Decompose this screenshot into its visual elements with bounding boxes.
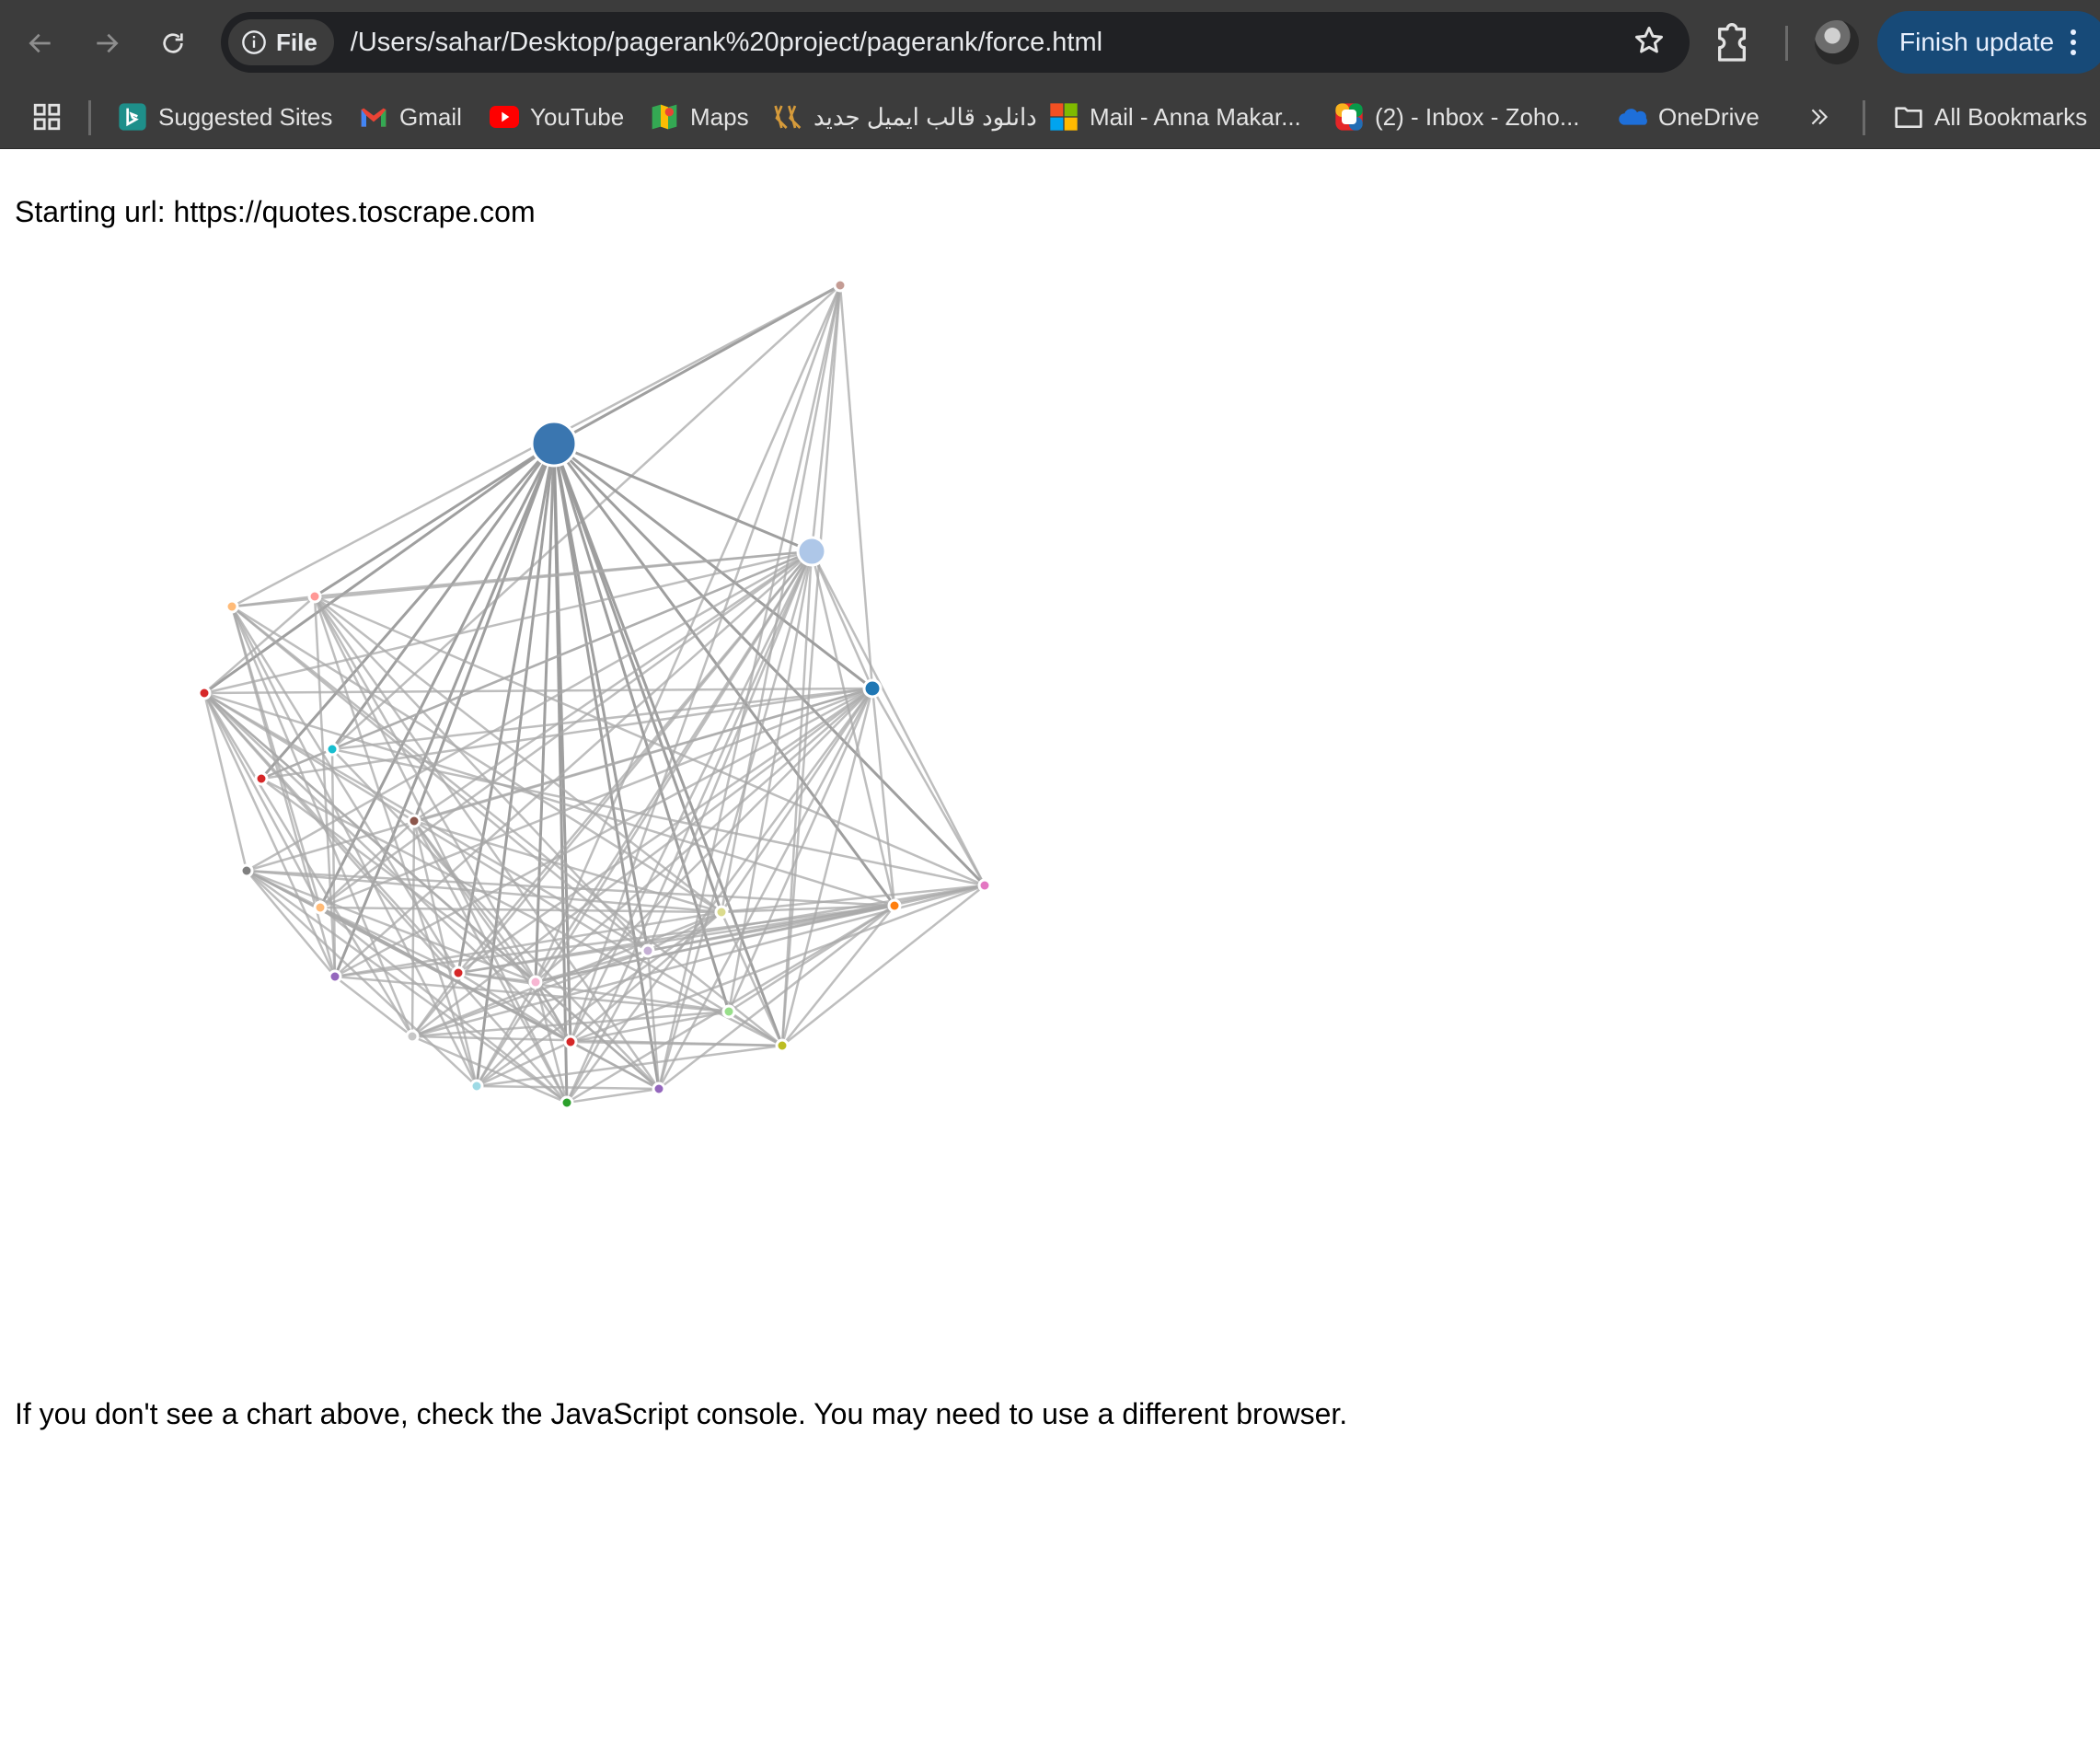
bookmark-star-button[interactable] [1633, 24, 1666, 62]
graph-node[interactable] [887, 898, 902, 913]
graph-node[interactable] [721, 1004, 736, 1019]
bookmark-mail-anna[interactable]: Mail - Anna Makar... [1049, 86, 1301, 148]
forward-button[interactable] [77, 14, 136, 73]
bookmark-suggested-sites[interactable]: Suggested Sites [118, 86, 332, 148]
graph-node[interactable] [328, 969, 342, 984]
graph-edge [231, 595, 316, 608]
forward-icon [97, 33, 119, 52]
reload-button[interactable] [144, 14, 202, 73]
bookmark-maps[interactable]: Maps [650, 86, 749, 148]
graph-edge [552, 442, 987, 887]
finish-update-label: Finish update [1899, 28, 2055, 56]
graph-node[interactable] [469, 1079, 484, 1093]
bookmark-youtube[interactable]: YouTube [490, 86, 624, 148]
browser-toolbar: File /Users/sahar/Desktop/pagerank%20pro… [0, 0, 2100, 86]
graph-edge [314, 442, 555, 598]
zoho-icon [1334, 102, 1364, 132]
page-content: Starting url: https://quotes.toscrape.co… [0, 149, 2100, 1758]
graph-node[interactable] [796, 536, 827, 567]
pagerank-force-graph[interactable] [0, 149, 1012, 1162]
graph-node[interactable] [714, 905, 729, 919]
footer-message: If you don't see a chart above, check th… [15, 1397, 1348, 1430]
extensions-icon [1718, 23, 1746, 62]
avatar[interactable] [1815, 20, 1859, 64]
graph-edge [476, 1084, 660, 1091]
site-chip-label: File [276, 28, 317, 56]
bookmark-label: Gmail [399, 102, 462, 131]
graph-node[interactable] [254, 771, 269, 786]
bookmark-gmail[interactable]: Gmail [359, 86, 462, 148]
folder-icon [1894, 102, 1923, 132]
info-icon [242, 30, 266, 54]
bookmark-label: Mail - Anna Makar... [1090, 102, 1301, 131]
bookmarks-bar: Suggested Sites Gmail YouTube Maps دانلو… [0, 86, 2100, 149]
graph-node[interactable] [225, 599, 239, 614]
bookmark-label: (2) - Inbox - Zoho... [1375, 102, 1580, 131]
maps-icon [650, 102, 679, 132]
onedrive-icon [1618, 102, 1647, 132]
graph-edge [410, 820, 416, 1037]
bing-icon [118, 102, 147, 132]
browser-chrome: File /Users/sahar/Desktop/pagerank%20pro… [0, 0, 2100, 149]
youtube-icon [490, 102, 519, 132]
chevron-double-right-icon [1811, 109, 1829, 125]
apps-grid-icon [33, 103, 61, 131]
graph-node[interactable] [640, 943, 655, 958]
graph-node[interactable] [563, 1035, 578, 1049]
template-icon [773, 102, 802, 132]
finish-update-button[interactable]: Finish update [1877, 11, 2100, 74]
graph-edge [457, 904, 895, 975]
graph-node[interactable] [530, 420, 578, 468]
bookmark-zoho-inbox[interactable]: (2) - Inbox - Zoho... [1334, 86, 1580, 148]
graph-node[interactable] [862, 678, 883, 699]
kebab-menu-icon[interactable] [2071, 29, 2077, 55]
star-icon [1635, 27, 1663, 53]
bookmark-separator [88, 100, 91, 135]
back-icon [29, 33, 51, 52]
all-bookmarks-label: All Bookmarks [1934, 102, 2088, 131]
graph-node[interactable] [977, 878, 992, 893]
graph-node[interactable] [451, 966, 466, 980]
bookmark-label: Maps [690, 102, 749, 131]
bookmark-onedrive[interactable]: OneDrive [1618, 86, 1760, 148]
bookmark-label: YouTube [530, 102, 625, 131]
graph-edge [203, 596, 316, 694]
bookmark-label: OneDrive [1658, 102, 1760, 131]
graph-edge [202, 692, 248, 872]
site-info-chip[interactable]: File [228, 19, 334, 65]
graph-node[interactable] [325, 742, 340, 757]
toolbar-separator [1785, 26, 1788, 61]
graph-node[interactable] [560, 1095, 574, 1110]
graph-node[interactable] [833, 278, 848, 293]
graph-node[interactable] [197, 686, 212, 700]
apps-button[interactable] [31, 86, 63, 148]
graph-edge [566, 1087, 660, 1105]
bookmark-label: Suggested Sites [158, 102, 333, 131]
bookmark-separator [1863, 100, 1865, 135]
graph-node[interactable] [407, 814, 421, 828]
graph-node[interactable] [775, 1038, 790, 1053]
graph-edge [203, 691, 783, 1047]
microsoft-icon [1049, 102, 1079, 132]
all-bookmarks-button[interactable]: All Bookmarks [1894, 86, 2087, 148]
graph-node[interactable] [313, 900, 328, 915]
url-text[interactable]: /Users/sahar/Desktop/pagerank%20project/… [351, 28, 1102, 58]
reload-icon [163, 32, 183, 53]
gmail-icon [359, 102, 388, 132]
graph-node[interactable] [652, 1081, 666, 1096]
address-bar[interactable]: File /Users/sahar/Desktop/pagerank%20pro… [221, 12, 1690, 73]
bookmark-label: دانلود قالب ایمیل جدید [813, 102, 1037, 131]
bookmark-template[interactable]: دانلود قالب ایمیل جدید [773, 86, 1037, 148]
graph-edge [535, 688, 873, 983]
graph-node[interactable] [307, 589, 322, 604]
graph-node[interactable] [239, 863, 254, 878]
graph-node[interactable] [528, 975, 543, 989]
more-bookmarks-button[interactable] [1807, 86, 1831, 148]
graph-node[interactable] [405, 1029, 420, 1044]
extensions-button[interactable] [1713, 14, 1750, 74]
back-button[interactable] [11, 14, 70, 73]
